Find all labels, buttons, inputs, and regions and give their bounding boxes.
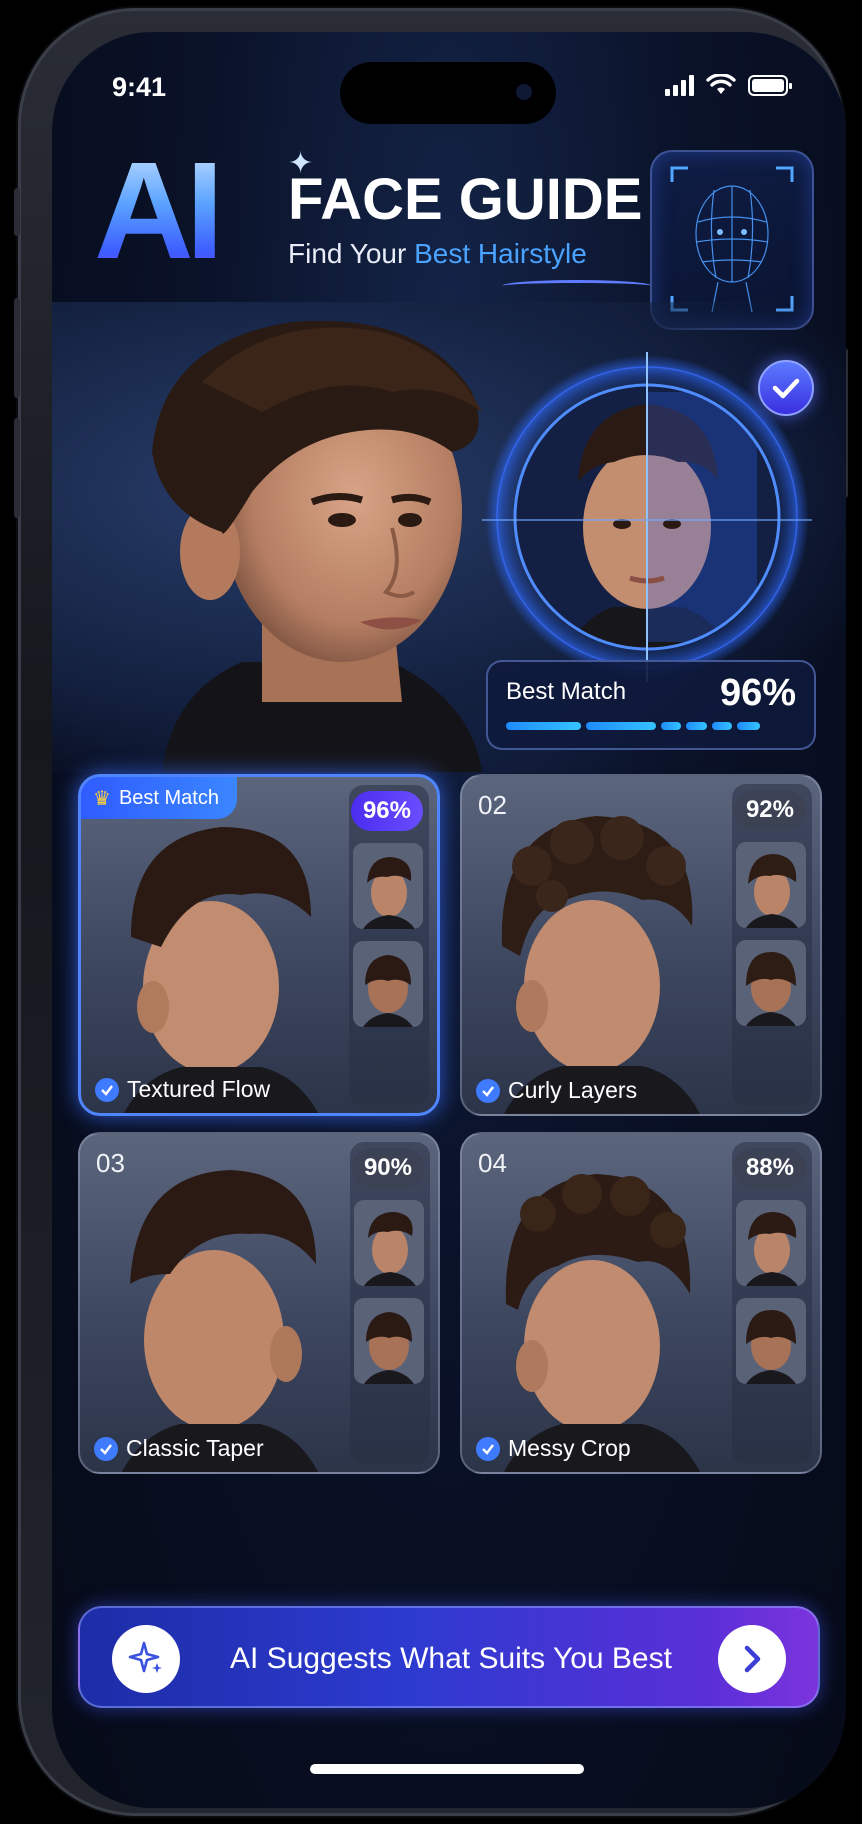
ai-suggest-label: AI Suggests What Suits You Best <box>230 1642 672 1675</box>
best-match-panel: Best Match 96% <box>486 660 816 750</box>
dynamic-island <box>340 62 556 124</box>
ai-suggest-button[interactable]: AI Suggests What Suits You Best <box>78 1606 820 1708</box>
back-view-thumbnail[interactable] <box>353 941 423 1027</box>
home-indicator[interactable] <box>310 1764 584 1774</box>
style-number: 03 <box>96 1148 125 1178</box>
chevron-right-icon[interactable] <box>718 1625 786 1693</box>
style-portrait <box>501 816 700 1114</box>
subtitle-underline <box>502 280 652 292</box>
match-percent-badge: 96% <box>350 791 423 831</box>
page-title: FACE GUIDE <box>288 167 643 232</box>
best-match-tag: ♛ Best Match <box>81 777 237 819</box>
ai-logo: AI <box>94 134 224 288</box>
check-icon <box>476 1436 500 1461</box>
style-portrait <box>122 1170 318 1472</box>
side-view-thumbnail[interactable] <box>354 1200 424 1286</box>
hero-portrait <box>152 320 482 772</box>
style-number: 02 <box>478 790 507 820</box>
match-percent-badge: 92% <box>733 790 806 830</box>
subtitle-accent: Best Hairstyle <box>414 238 587 269</box>
check-icon <box>476 1078 500 1103</box>
cellular-signal-icon <box>665 74 694 96</box>
style-name-label: Curly Layers <box>508 1077 638 1103</box>
subtitle-prefix: Find Your <box>288 238 415 269</box>
back-view-thumbnail[interactable] <box>354 1298 424 1384</box>
best-match-label: Best Match <box>506 678 627 705</box>
sparkles-icon <box>112 1625 180 1693</box>
best-match-tag-label: Best Match <box>118 786 219 809</box>
style-name-label: Messy Crop <box>508 1435 631 1461</box>
app-screen: 9:41 AI ✦ FACE GUIDE Find Your Best Hair… <box>52 32 846 1808</box>
style-name: Classic Taper <box>94 1435 264 1462</box>
style-name-label: Textured Flow <box>127 1076 271 1102</box>
status-icons <box>665 74 792 96</box>
style-name: Messy Crop <box>476 1435 631 1462</box>
side-view-thumbnail[interactable] <box>736 1200 806 1286</box>
style-name-label: Classic Taper <box>126 1435 264 1461</box>
match-percent-badge: 88% <box>733 1148 806 1188</box>
best-match-progress <box>506 722 796 730</box>
style-card-curly-layers[interactable]: 02 92% Curly Layers <box>460 774 822 1116</box>
page-subtitle: Find Your Best Hairstyle <box>288 238 587 270</box>
crown-icon: ♛ <box>93 787 111 810</box>
back-view-thumbnail[interactable] <box>736 1298 806 1384</box>
check-icon <box>94 1436 118 1461</box>
style-name: Textured Flow <box>95 1076 270 1103</box>
back-view-thumbnail[interactable] <box>736 940 806 1026</box>
verified-check-icon <box>758 360 814 416</box>
style-name: Curly Layers <box>476 1077 637 1104</box>
battery-icon <box>748 74 792 96</box>
phone-frame: 9:41 AI ✦ FACE GUIDE Find Your Best Hair… <box>14 8 848 1816</box>
check-icon <box>95 1077 119 1102</box>
match-percent-badge: 90% <box>351 1148 424 1188</box>
status-time: 9:41 <box>112 72 167 102</box>
side-view-thumbnail[interactable] <box>736 842 806 928</box>
side-view-thumbnail[interactable] <box>353 843 423 929</box>
style-card-messy-crop[interactable]: 04 88% Messy Crop <box>460 1132 822 1474</box>
style-portrait <box>124 827 318 1113</box>
best-match-percent: 96% <box>719 672 796 714</box>
wifi-icon <box>706 74 736 94</box>
style-portrait <box>504 1174 700 1472</box>
style-card-classic-taper[interactable]: 03 90% Classic Taper <box>78 1132 440 1474</box>
style-number: 04 <box>478 1148 507 1178</box>
style-card-textured-flow[interactable]: ♛ Best Match 96% Textured Flow <box>78 774 440 1116</box>
